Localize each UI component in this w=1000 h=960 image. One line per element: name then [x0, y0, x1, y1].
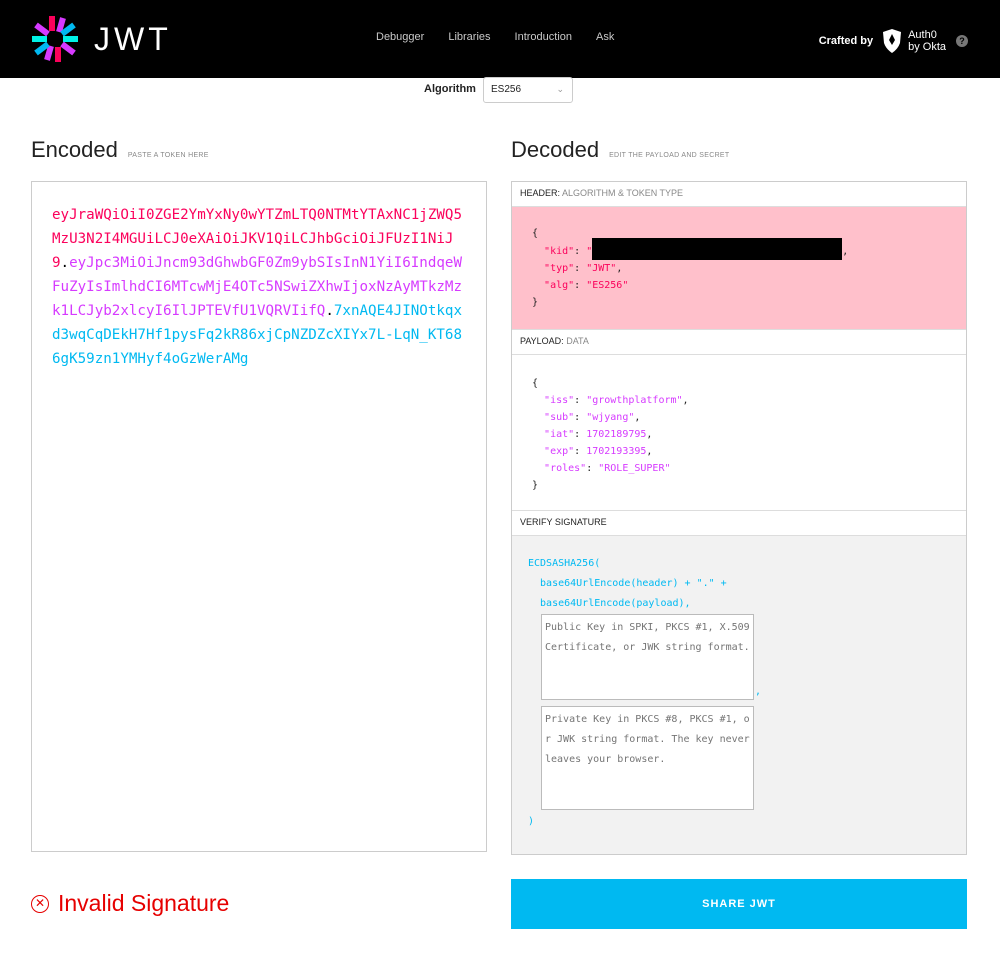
- share-jwt-button[interactable]: SHARE JWT: [511, 879, 967, 929]
- verify-line2: base64UrlEncode(payload),: [528, 598, 691, 609]
- decoded-heading: Decoded EDIT THE PAYLOAD AND SECRET: [511, 137, 729, 163]
- crafted-by: Crafted by Auth0 by Okta ?: [819, 28, 968, 54]
- header-section-label: HEADER:: [520, 188, 561, 198]
- chevron-down-icon: ⌄: [556, 84, 564, 94]
- redacted-kid-value: [592, 238, 843, 260]
- json-key: "kid": [544, 246, 575, 257]
- payload-section-muted: DATA: [566, 336, 589, 346]
- payload-json: { "iss": "growthplatform", "sub": "wjyan…: [532, 378, 689, 491]
- verify-close-paren: ): [528, 816, 535, 827]
- encoded-token-editor[interactable]: eyJraWQiOiI0ZGE2YmYxNy0wYTZmLTQ0NTMtYTAx…: [31, 181, 487, 852]
- header-json-editor[interactable]: { "kid": ", "typ": "JWT", "alg": "ES256"…: [512, 207, 966, 330]
- auth0-brand[interactable]: Auth0 by Okta: [908, 29, 946, 53]
- json-value: "ROLE_SUPER": [598, 463, 671, 474]
- json-key: "iss": [544, 395, 575, 406]
- json-value: 1702189795: [586, 429, 647, 440]
- json-key: "sub": [544, 412, 575, 423]
- json-value: "growthplatform": [586, 395, 683, 406]
- encoded-token: eyJraWQiOiI0ZGE2YmYxNy0wYTZmLTQ0NTMtYTAx…: [52, 203, 466, 371]
- header-json: { "kid": ", "typ": "JWT", "alg": "ES256"…: [532, 228, 849, 308]
- verify-comma: ,: [755, 686, 762, 697]
- jwt-logo-icon: [32, 16, 78, 62]
- crafted-by-label: Crafted by: [818, 35, 874, 47]
- auth0-brand-line2: by Okta: [908, 41, 946, 53]
- logo-wordmark: JWT: [94, 20, 172, 57]
- json-value: "JWT": [586, 263, 617, 274]
- json-value: "wjyang": [586, 412, 635, 423]
- header-section-title: HEADER: ALGORITHM & TOKEN TYPE: [512, 182, 966, 207]
- invalid-signature-text: Invalid Signature: [58, 890, 230, 916]
- help-icon[interactable]: ?: [956, 35, 968, 47]
- json-key: "iat": [544, 429, 575, 440]
- x-circle-icon: ✕: [31, 894, 49, 913]
- nav-ask[interactable]: Ask: [596, 31, 614, 43]
- main-nav: Debugger Libraries Introduction Ask: [376, 31, 614, 43]
- nav-introduction[interactable]: Introduction: [515, 31, 572, 43]
- algorithm-select[interactable]: ES256 ⌄: [483, 77, 573, 103]
- nav-libraries[interactable]: Libraries: [448, 31, 490, 43]
- token-dot: .: [325, 303, 334, 319]
- auth0-shield-icon[interactable]: [881, 28, 903, 54]
- encoded-heading: Encoded PASTE A TOKEN HERE: [31, 137, 209, 163]
- top-navigation-bar: JWT Debugger Libraries Introduction Ask …: [0, 0, 1000, 78]
- json-key: "alg": [544, 280, 575, 291]
- header-section-muted: ALGORITHM & TOKEN TYPE: [562, 188, 684, 198]
- payload-section-label: PAYLOAD:: [520, 336, 564, 346]
- decoded-subtitle: EDIT THE PAYLOAD AND SECRET: [609, 152, 730, 159]
- encoded-subtitle: PASTE A TOKEN HERE: [127, 152, 209, 159]
- algorithm-label: Algorithm: [424, 83, 476, 95]
- public-key-input[interactable]: [541, 614, 754, 700]
- decoded-panel: HEADER: ALGORITHM & TOKEN TYPE { "kid": …: [511, 181, 967, 855]
- verify-section-label: VERIFY SIGNATURE: [520, 517, 607, 527]
- verify-section-title: VERIFY SIGNATURE: [512, 511, 966, 536]
- json-value: 1702193395: [586, 446, 647, 457]
- private-key-input[interactable]: [541, 706, 754, 810]
- verify-fn: ECDSASHA256(: [528, 558, 601, 569]
- verify-line1: base64UrlEncode(header) + "." +: [528, 578, 727, 589]
- nav-debugger[interactable]: Debugger: [376, 31, 424, 43]
- json-key: "typ": [544, 263, 575, 274]
- encoded-title: Encoded: [31, 137, 118, 162]
- json-key: "exp": [544, 446, 575, 457]
- verify-signature-body: ECDSASHA256( base64UrlEncode(header) + "…: [512, 536, 966, 854]
- jwt-logo[interactable]: JWT: [30, 14, 172, 64]
- signature-status: ✕ Invalid Signature: [31, 890, 229, 917]
- algorithm-selected-value: ES256: [491, 84, 522, 95]
- auth0-brand-line1: Auth0: [908, 29, 937, 41]
- json-key: "roles": [544, 463, 587, 474]
- payload-section-title: PAYLOAD: DATA: [512, 330, 966, 355]
- decoded-title: Decoded: [511, 137, 600, 162]
- json-value: "ES256": [586, 280, 629, 291]
- token-dot: .: [60, 255, 70, 271]
- verify-signature-code: ECDSASHA256( base64UrlEncode(header) + "…: [528, 554, 950, 614]
- payload-json-editor[interactable]: { "iss": "growthplatform", "sub": "wjyan…: [512, 355, 966, 511]
